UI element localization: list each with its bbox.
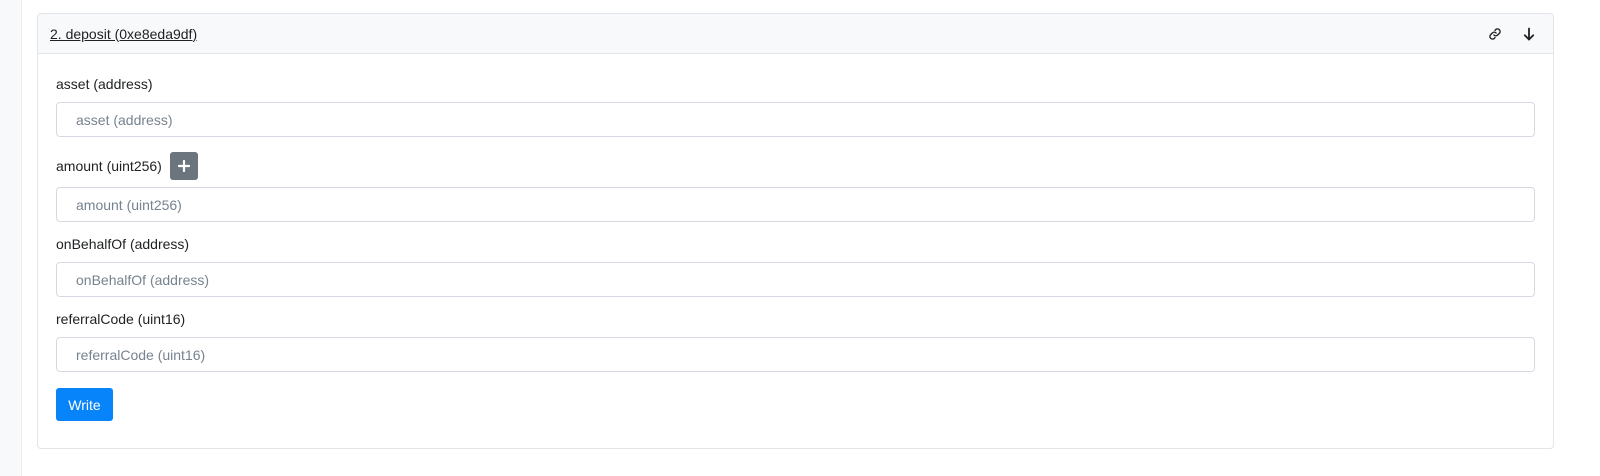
field-label-asset: asset (address)	[56, 76, 153, 92]
field-label-onbehalfof: onBehalfOf (address)	[56, 236, 190, 252]
referralcode-input[interactable]	[56, 337, 1535, 372]
write-button[interactable]: Write	[56, 388, 113, 421]
onbehalfof-input[interactable]	[56, 262, 1535, 297]
asset-input[interactable]	[56, 102, 1535, 137]
field-label-row-amount: amount (uint256)	[56, 151, 1535, 181]
page-background: 2. deposit (0xe8eda9df) asset (address)	[21, 0, 1600, 476]
field-group-referralcode: referralCode (uint16)	[56, 311, 1535, 372]
function-card-header[interactable]: 2. deposit (0xe8eda9df)	[38, 14, 1553, 54]
field-label-referralcode: referralCode (uint16)	[56, 311, 186, 327]
plus-icon	[177, 160, 190, 172]
field-group-asset: asset (address)	[56, 76, 1535, 137]
amount-input[interactable]	[56, 187, 1535, 222]
link-icon[interactable]	[1483, 22, 1507, 46]
field-group-onbehalfof: onBehalfOf (address)	[56, 236, 1535, 297]
field-group-amount: amount (uint256)	[56, 151, 1535, 222]
function-title-link[interactable]: 2. deposit (0xe8eda9df)	[50, 26, 1473, 42]
field-label-amount: amount (uint256)	[56, 158, 162, 174]
arrow-down-icon[interactable]	[1517, 22, 1541, 46]
function-card-body: asset (address) amount (uint256) onBehal…	[38, 54, 1553, 421]
add-decimals-button[interactable]	[169, 152, 198, 180]
function-card: 2. deposit (0xe8eda9df) asset (address)	[37, 13, 1554, 449]
